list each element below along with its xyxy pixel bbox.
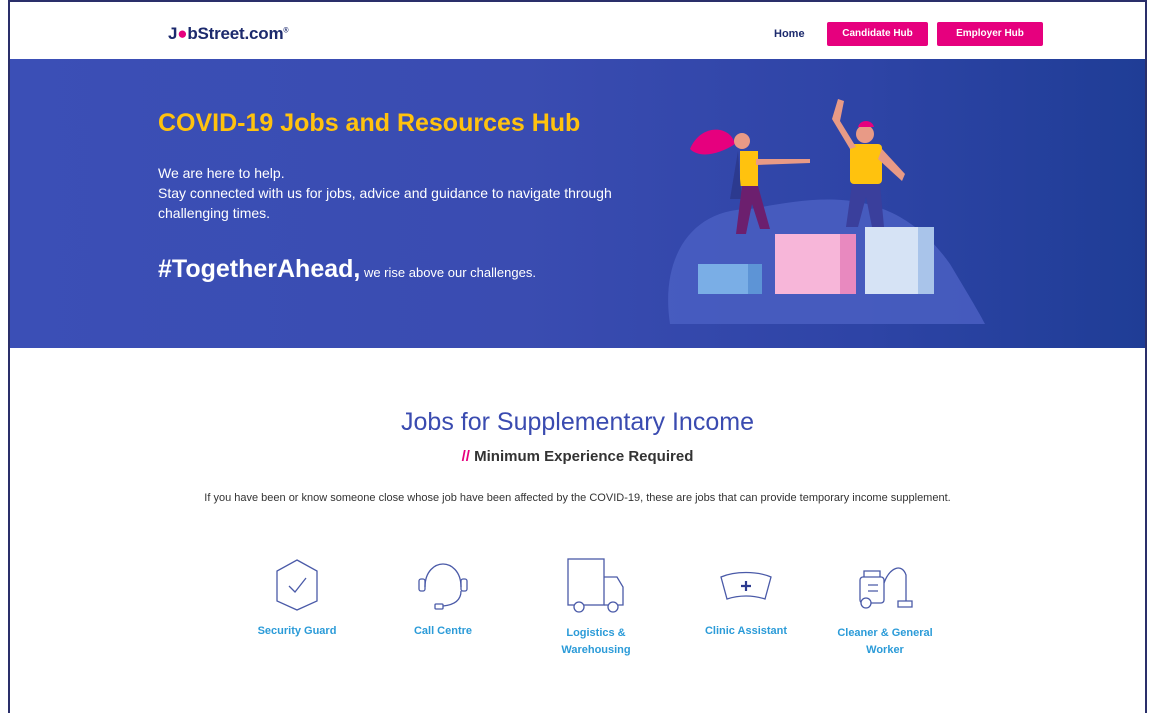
nav-home-link[interactable]: Home [774,28,805,40]
employer-hub-button[interactable]: Employer Hub [937,22,1043,46]
candidate-hub-button[interactable]: Candidate Hub [827,22,928,46]
job-label: Clinic Assistant [704,625,788,637]
hero-title: COVID-19 Jobs and Resources Hub [158,109,581,137]
site-header: J●bStreet.com® Home Candidate Hub Employ… [10,2,1145,59]
jobstreet-logo[interactable]: J●bStreet.com® [168,24,289,44]
job-clinic-assistant[interactable]: Clinic Assistant [686,557,806,640]
hero-line-2: Stay connected with us for jobs, advice … [158,185,612,221]
job-label: Security Guard [257,625,337,637]
job-label: Logistics & Warehousing [561,627,631,656]
hero-illustration [668,99,985,324]
job-security-guard[interactable]: Security Guard [237,557,357,640]
truck-icon [567,558,624,613]
page-frame: J●bStreet.com® Home Candidate Hub Employ… [8,0,1147,713]
hero-banner: COVID-19 Jobs and Resources Hub We are h… [10,59,1145,348]
job-cleaner-general-worker[interactable]: Cleaner & General Worker [828,557,942,659]
nurse-cap-icon [720,571,772,600]
headset-icon [418,563,468,610]
job-label: Call Centre [413,625,473,637]
hero-tagline: #TogetherAhead, we rise above our challe… [158,255,536,284]
vacuum-icon [859,567,913,609]
section-subtitle: // Minimum Experience Required [461,448,694,465]
job-call-centre[interactable]: Call Centre [383,557,503,640]
job-logistics-warehousing[interactable]: Logistics & Warehousing [537,557,655,659]
tagline-text: we rise above our challenges. [360,265,536,280]
section-description: If you have been or know someone close w… [204,492,951,504]
hashtag: #TogetherAhead, [158,255,361,283]
job-label: Cleaner & General Worker [837,627,933,656]
hero-intro: We are here to help. Stay connected with… [158,163,678,223]
section-title: Jobs for Supplementary Income [401,408,754,436]
hero-line-1: We are here to help. [158,165,285,181]
shield-icon [276,559,318,611]
